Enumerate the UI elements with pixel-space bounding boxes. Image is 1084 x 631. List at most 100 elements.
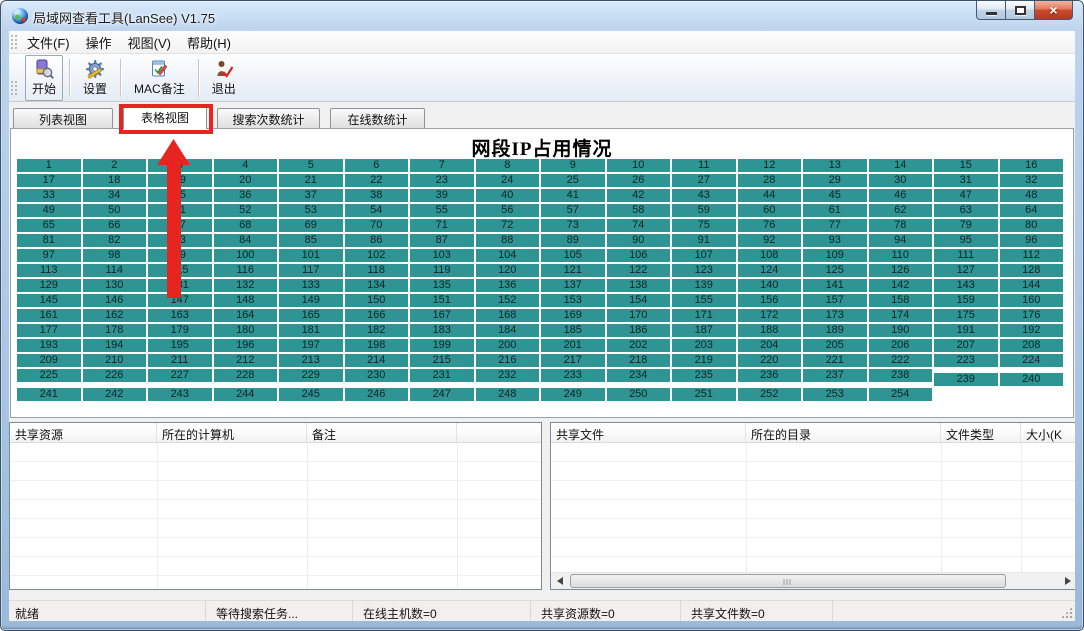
ip-cell: 127 <box>934 264 998 277</box>
ip-cell: 183 <box>410 324 474 337</box>
ip-cell: 104 <box>476 249 540 262</box>
ip-cell: 84 <box>214 234 278 247</box>
ip-cell: 194 <box>83 339 147 352</box>
column-header-file-type[interactable]: 文件类型 <box>941 423 1021 442</box>
ip-cell: 8 <box>476 159 540 172</box>
ip-cell: 81 <box>17 234 81 247</box>
ip-cell: 240 <box>1000 373 1064 386</box>
ip-cell: 79 <box>934 219 998 232</box>
column-header-shared-file[interactable]: 共享文件 <box>551 423 746 442</box>
shared-resources-list[interactable] <box>10 443 541 589</box>
ip-cell: 73 <box>541 219 605 232</box>
menu-file[interactable]: 文件(F) <box>19 31 78 54</box>
shared-files-panel: 共享文件 所在的目录 文件类型 大小(K <box>550 422 1075 590</box>
ip-cell: 230 <box>345 369 409 382</box>
ip-cell: 136 <box>476 279 540 292</box>
column-header-note[interactable]: 备注 <box>307 423 457 442</box>
ip-cell: 161 <box>17 309 81 322</box>
horizontal-scrollbar[interactable] <box>551 572 1075 589</box>
titlebar[interactable]: 局域网查看工具(LanSee) V1.75 × <box>1 1 1083 31</box>
ip-cell: 191 <box>934 324 998 337</box>
ip-cell: 126 <box>869 264 933 277</box>
exit-button[interactable]: 退出 <box>205 55 243 101</box>
menu-action[interactable]: 操作 <box>78 31 120 54</box>
ip-cell: 204 <box>738 339 802 352</box>
shared-resources-panel: 共享资源 所在的计算机 备注 <box>9 422 542 590</box>
panel-splitter[interactable] <box>542 422 550 590</box>
ip-cell: 31 <box>934 174 998 187</box>
ip-cell: 95 <box>934 234 998 247</box>
ip-cell: 242 <box>83 388 147 401</box>
ip-cell: 181 <box>279 324 343 337</box>
ip-cell: 192 <box>1000 324 1064 337</box>
ip-cell: 220 <box>738 354 802 367</box>
column-header-directory[interactable]: 所在的目录 <box>746 423 941 442</box>
ip-cell: 228 <box>214 369 278 382</box>
menu-help[interactable]: 帮助(H) <box>179 31 239 54</box>
tab-online-count-stats[interactable]: 在线数统计 <box>330 108 425 129</box>
ip-cell: 109 <box>803 249 867 262</box>
ip-cell: 43 <box>672 189 736 202</box>
window-title: 局域网查看工具(LanSee) V1.75 <box>33 8 215 27</box>
scroll-right-button[interactable] <box>1059 573 1075 589</box>
tab-list-view[interactable]: 列表视图 <box>13 108 113 129</box>
status-shared-resources: 共享资源数=0 <box>531 601 681 621</box>
ip-cell: 102 <box>345 249 409 262</box>
ip-cell: 148 <box>214 294 278 307</box>
ip-cell: 154 <box>607 294 671 307</box>
notepad-icon <box>148 59 170 79</box>
ip-cell: 232 <box>476 369 540 382</box>
ip-cell: 30 <box>869 174 933 187</box>
ip-cell: 111 <box>934 249 998 262</box>
minimize-button[interactable] <box>976 1 1005 20</box>
ip-cell: 139 <box>672 279 736 292</box>
ip-cell: 137 <box>541 279 605 292</box>
ip-cell: 209 <box>17 354 81 367</box>
ip-cell: 21 <box>279 174 343 187</box>
ip-cell: 246 <box>345 388 409 401</box>
ip-cell: 29 <box>803 174 867 187</box>
tab-table-view[interactable]: 表格视图 <box>123 105 207 129</box>
ip-cell: 121 <box>541 264 605 277</box>
exit-button-label: 退出 <box>212 80 236 97</box>
ip-cell: 53 <box>279 204 343 217</box>
ip-cell: 78 <box>869 219 933 232</box>
table-view-page: 网段IP占用情况 1234567891011121314151617181920… <box>10 128 1074 418</box>
ip-cell: 28 <box>738 174 802 187</box>
status-task: 等待搜索任务... <box>206 601 353 621</box>
ip-cell: 173 <box>803 309 867 322</box>
ip-cell: 39 <box>410 189 474 202</box>
client-area: 文件(F) 操作 视图(V) 帮助(H) 开始 <box>9 31 1075 621</box>
ip-cell: 169 <box>541 309 605 322</box>
shared-files-list[interactable] <box>551 443 1075 572</box>
settings-button[interactable]: 设置 <box>76 55 114 101</box>
ip-cell: 51 <box>148 204 212 217</box>
ip-cell: 3 <box>148 159 212 172</box>
scroll-left-button[interactable] <box>551 573 568 589</box>
start-button[interactable]: 开始 <box>25 55 63 101</box>
ip-cell: 10 <box>607 159 671 172</box>
ip-cell: 55 <box>410 204 474 217</box>
tab-search-count-stats[interactable]: 搜索次数统计 <box>217 108 320 129</box>
maximize-button[interactable] <box>1005 1 1034 20</box>
scrollbar-grip-icon <box>784 579 793 585</box>
toolbar-separator <box>69 59 70 97</box>
column-header-shared-resource[interactable]: 共享资源 <box>10 423 157 442</box>
ip-cell: 175 <box>934 309 998 322</box>
ip-cell: 241 <box>17 388 81 401</box>
ip-cell: 179 <box>148 324 212 337</box>
mac-note-button[interactable]: MAC备注 <box>127 55 192 101</box>
ip-cell: 25 <box>541 174 605 187</box>
ip-cell: 66 <box>83 219 147 232</box>
menu-view[interactable]: 视图(V) <box>120 31 179 54</box>
exit-icon <box>213 59 235 79</box>
close-button[interactable]: × <box>1034 1 1073 20</box>
ip-cell: 203 <box>672 339 736 352</box>
column-header-size[interactable]: 大小(K <box>1021 423 1075 442</box>
ip-cell: 180 <box>214 324 278 337</box>
ip-cell: 155 <box>672 294 736 307</box>
scrollbar-thumb[interactable] <box>570 574 1006 588</box>
ip-cell: 120 <box>476 264 540 277</box>
column-header-host-computer[interactable]: 所在的计算机 <box>157 423 307 442</box>
statusbar: 就绪 等待搜索任务... 在线主机数=0 共享资源数=0 共享文件数=0 <box>9 600 1075 621</box>
